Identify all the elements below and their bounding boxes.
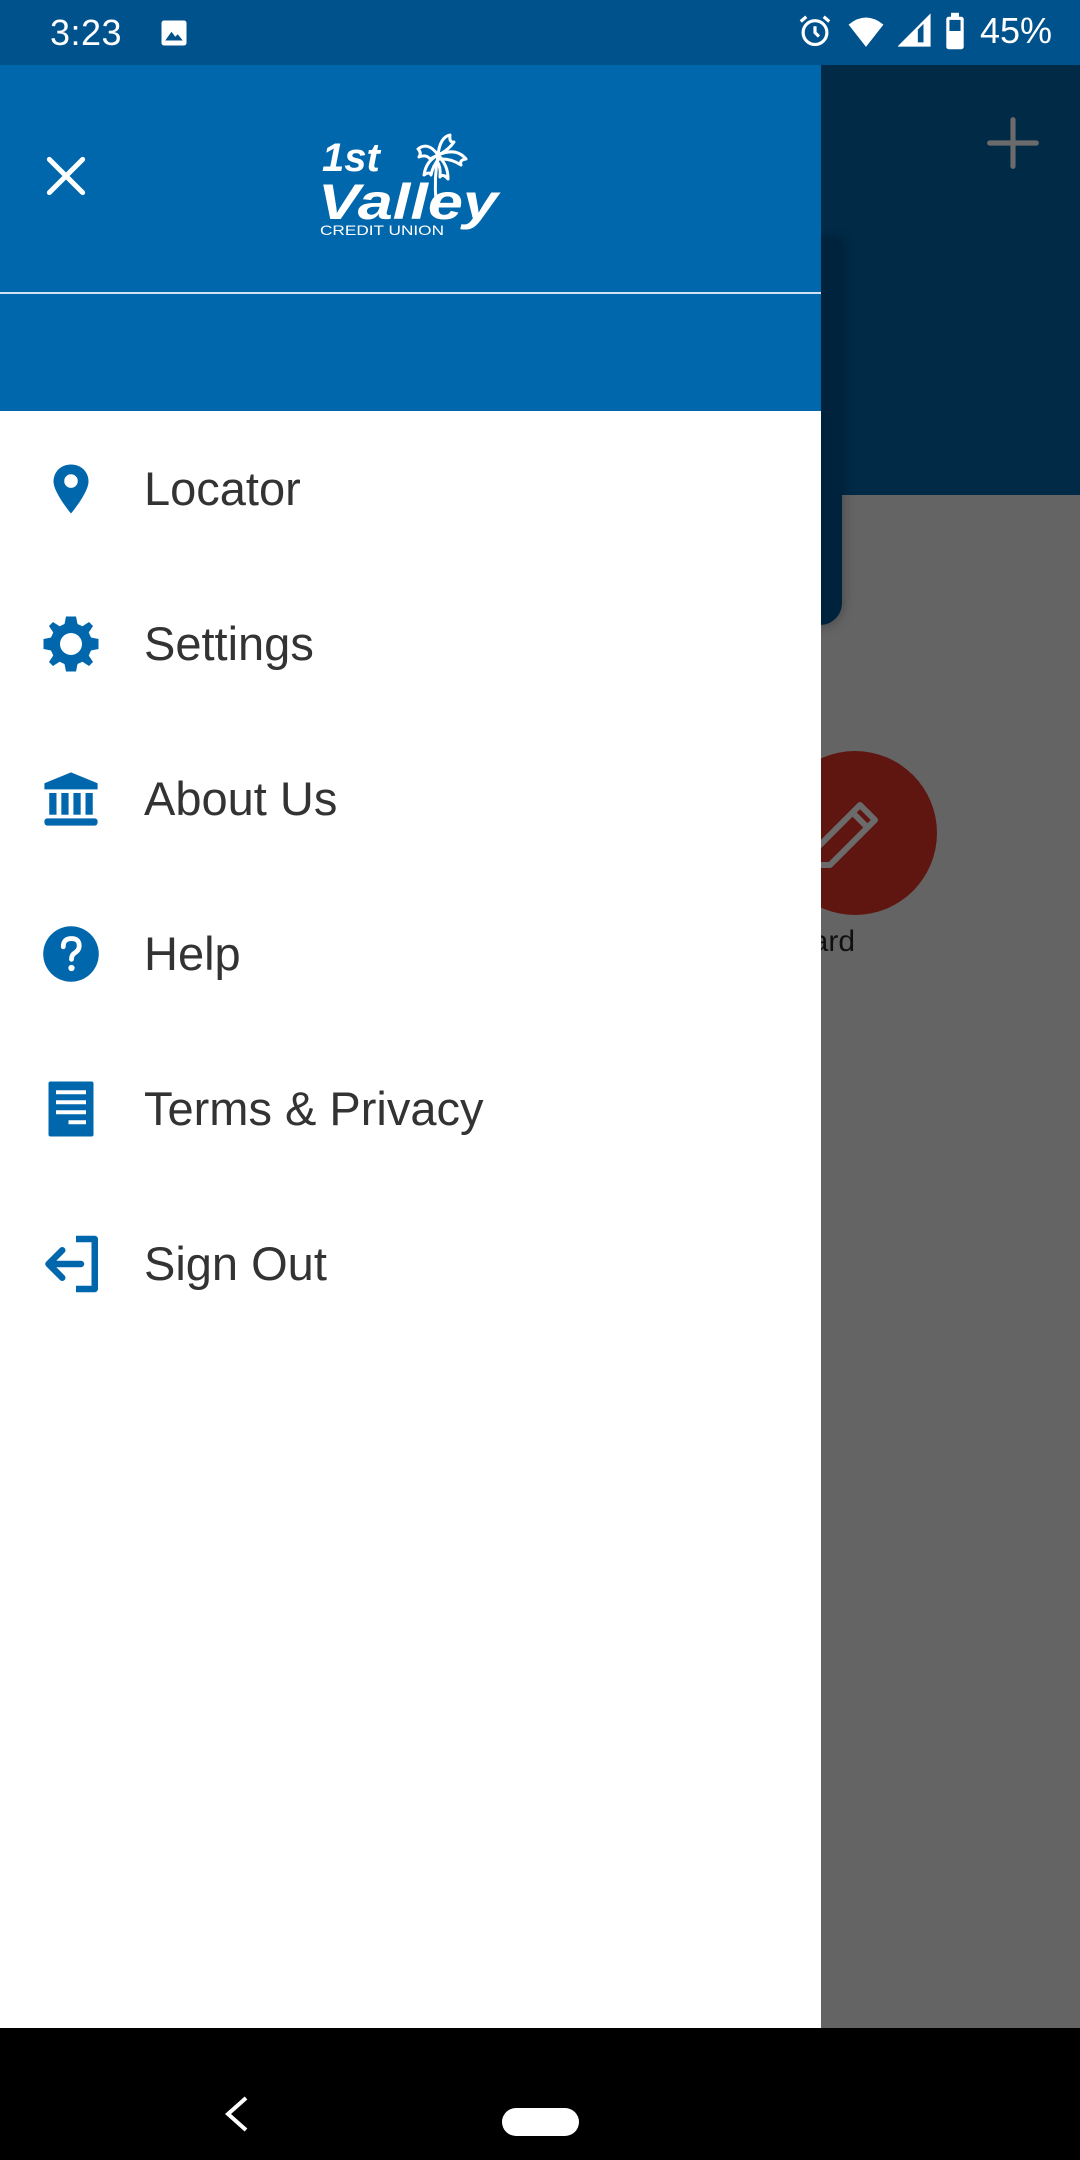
document-icon [48,1081,94,1136]
menu-item-settings[interactable]: Settings [0,566,821,721]
sign-out-icon [45,1235,98,1292]
gear-icon [43,616,99,671]
menu-item-terms-privacy[interactable]: Terms & Privacy [0,1031,821,1186]
menu-item-label: Help [144,927,241,980]
menu-item-label: Locator [144,462,301,515]
status-time: 3:23 [50,12,123,53]
wifi-icon [848,17,884,47]
close-icon [46,156,86,196]
drawer-menu: Locator Settings About Us Help Terms & P… [0,411,821,1341]
credit-union-logo: 1st Valley CREDIT UNION [318,133,501,238]
help-circle-icon [43,925,99,982]
menu-item-locator[interactable]: Locator [0,411,821,566]
battery-icon [946,12,964,50]
menu-item-sign-out[interactable]: Sign Out [0,1186,821,1341]
alarm-icon [799,15,831,47]
battery-percent: 45% [979,10,1052,51]
close-button[interactable] [30,140,102,212]
system-navigation-bar [0,2028,1080,2160]
status-icons: 45% [796,10,1052,52]
status-bar: 3:23 45% [0,0,1080,65]
image-notification-icon [161,20,187,46]
menu-item-label: Terms & Privacy [144,1082,484,1135]
menu-item-label: About Us [144,772,338,825]
menu-item-label: Sign Out [144,1237,327,1290]
menu-item-about-us[interactable]: About Us [0,721,821,876]
cell-signal-icon [897,13,931,47]
logo-text-credit-union: CREDIT UNION [320,222,444,238]
location-pin-icon [53,464,89,513]
menu-item-label: Settings [144,617,314,670]
navigation-drawer: 1st Valley CREDIT UNION Locator Settings [0,65,821,2028]
home-button[interactable] [502,2108,579,2136]
drawer-header-band [0,294,821,411]
drawer-header: 1st Valley CREDIT UNION [0,65,821,292]
menu-item-help[interactable]: Help [0,876,821,1031]
bank-building-icon [44,771,98,826]
back-button[interactable] [222,2094,252,2134]
plus-icon [987,117,1039,169]
